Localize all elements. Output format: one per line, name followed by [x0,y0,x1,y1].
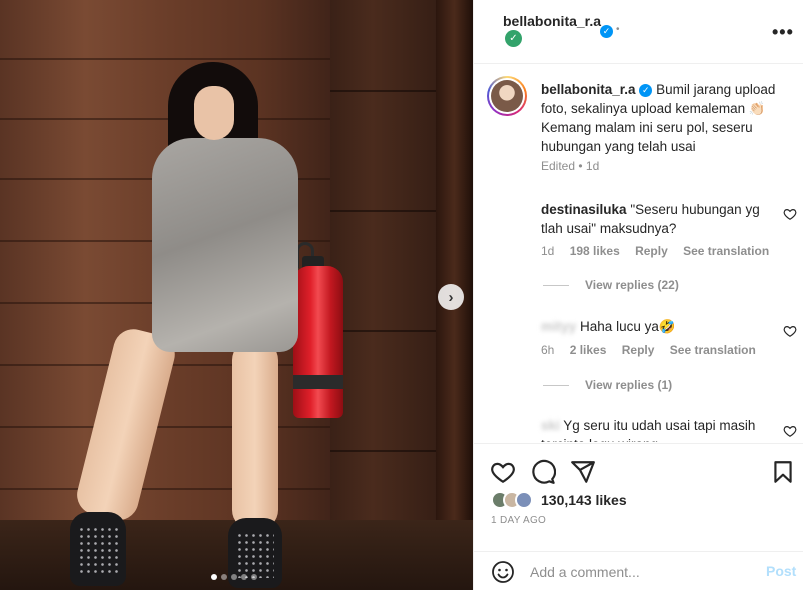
comment-item: ski Yg seru itu udah usai tapi masih ter… [541,416,771,442]
carousel-dot-active [211,574,217,580]
replies-divider [543,384,569,386]
caption-meta: Edited • 1d [541,159,600,173]
comment-time: 1d [541,244,555,258]
post-timestamp: 1 DAY AGO [491,515,547,526]
header-separator: • [616,24,620,35]
view-replies-label: View replies (1) [585,378,673,392]
see-translation-button[interactable]: See translation [683,244,769,258]
like-comment-heart-icon[interactable] [783,324,797,338]
comment-meta: 6h 2 likes Reply See translation [541,343,768,357]
add-comment-bar: Post [474,551,803,590]
like-comment-heart-icon[interactable] [783,424,797,438]
fire-extinguisher [293,266,343,418]
reply-button[interactable]: Reply [635,244,668,258]
carousel-dot [221,574,227,580]
wall-plank [0,426,330,428]
share-icon[interactable] [570,459,596,485]
replies-divider [543,284,569,286]
heart-icon[interactable] [490,459,516,485]
header-username[interactable]: bellabonita_r.a [503,13,601,29]
comments-list[interactable]: bellabonita_r.a ✓ Bumil jarang upload fo… [474,64,803,442]
extinguisher-band [293,375,343,389]
bookmark-icon[interactable] [770,459,796,485]
carousel-dot [241,574,247,580]
comment-meta: 1d 198 likes Reply See translation [541,244,781,258]
reply-button[interactable]: Reply [622,343,655,357]
person-face [194,86,234,140]
comment-username[interactable]: mityy [541,319,576,334]
comment-likes[interactable]: 2 likes [570,343,607,357]
comment-time: 6h [541,343,555,357]
post-actions: 130,143 likes 1 DAY AGO [474,443,803,551]
post-side-panel: bellabonita_r.a ✓ ✓ • ••• bellabonita_r.… [473,0,803,590]
person-right-leg [232,340,278,530]
post-comment-button[interactable]: Post [766,563,796,579]
comment-item: destinasiluka "Seseru hubungan yg tlah u… [541,200,771,238]
likes-row[interactable]: 130,143 likes [491,491,627,509]
verified-badge-icon: ✓ [639,83,653,97]
wall-plank [0,118,330,120]
post-header: bellabonita_r.a ✓ ✓ • ••• [474,0,803,64]
view-replies-button[interactable]: View replies (1) [543,378,672,392]
chevron-right-icon: › [448,288,454,306]
comment-icon[interactable] [530,459,556,485]
wall-plank [0,488,330,490]
comment-input[interactable] [530,561,750,583]
comment-username[interactable]: destinasiluka [541,202,627,217]
comment-text: Yg seru itu udah usai tapi masih tercint… [541,418,756,442]
comment-username[interactable]: ski [541,418,560,433]
comment-item: mityy Haha lucu ya🤣 [541,317,771,336]
comment-text: Haha lucu ya🤣 [580,319,676,334]
carousel-dot [231,574,237,580]
emoji-icon[interactable] [491,560,515,584]
view-replies-label: View replies (22) [585,278,679,292]
carousel-dot [251,574,257,580]
verified-badge-icon: ✓ [600,25,613,38]
see-translation-button[interactable]: See translation [670,343,756,357]
checkmark-circle-icon: ✓ [505,30,522,47]
likes-count[interactable]: 130,143 likes [541,492,627,508]
liker-avatar [515,491,533,509]
person-left-leg [72,325,179,525]
author-avatar[interactable] [487,76,527,116]
post-caption: bellabonita_r.a ✓ Bumil jarang upload fo… [541,80,789,156]
view-replies-button[interactable]: View replies (22) [543,278,679,292]
person-sweater [152,138,298,352]
next-slide-button[interactable]: › [438,284,464,310]
like-comment-heart-icon[interactable] [783,207,797,221]
person-left-boot [70,512,126,586]
more-options-icon[interactable]: ••• [772,22,794,43]
comment-likes[interactable]: 198 likes [570,244,620,258]
post-photo: › [0,0,473,590]
caption-username[interactable]: bellabonita_r.a [541,82,636,97]
wall-plank [0,58,330,60]
carousel-dots [211,574,257,580]
